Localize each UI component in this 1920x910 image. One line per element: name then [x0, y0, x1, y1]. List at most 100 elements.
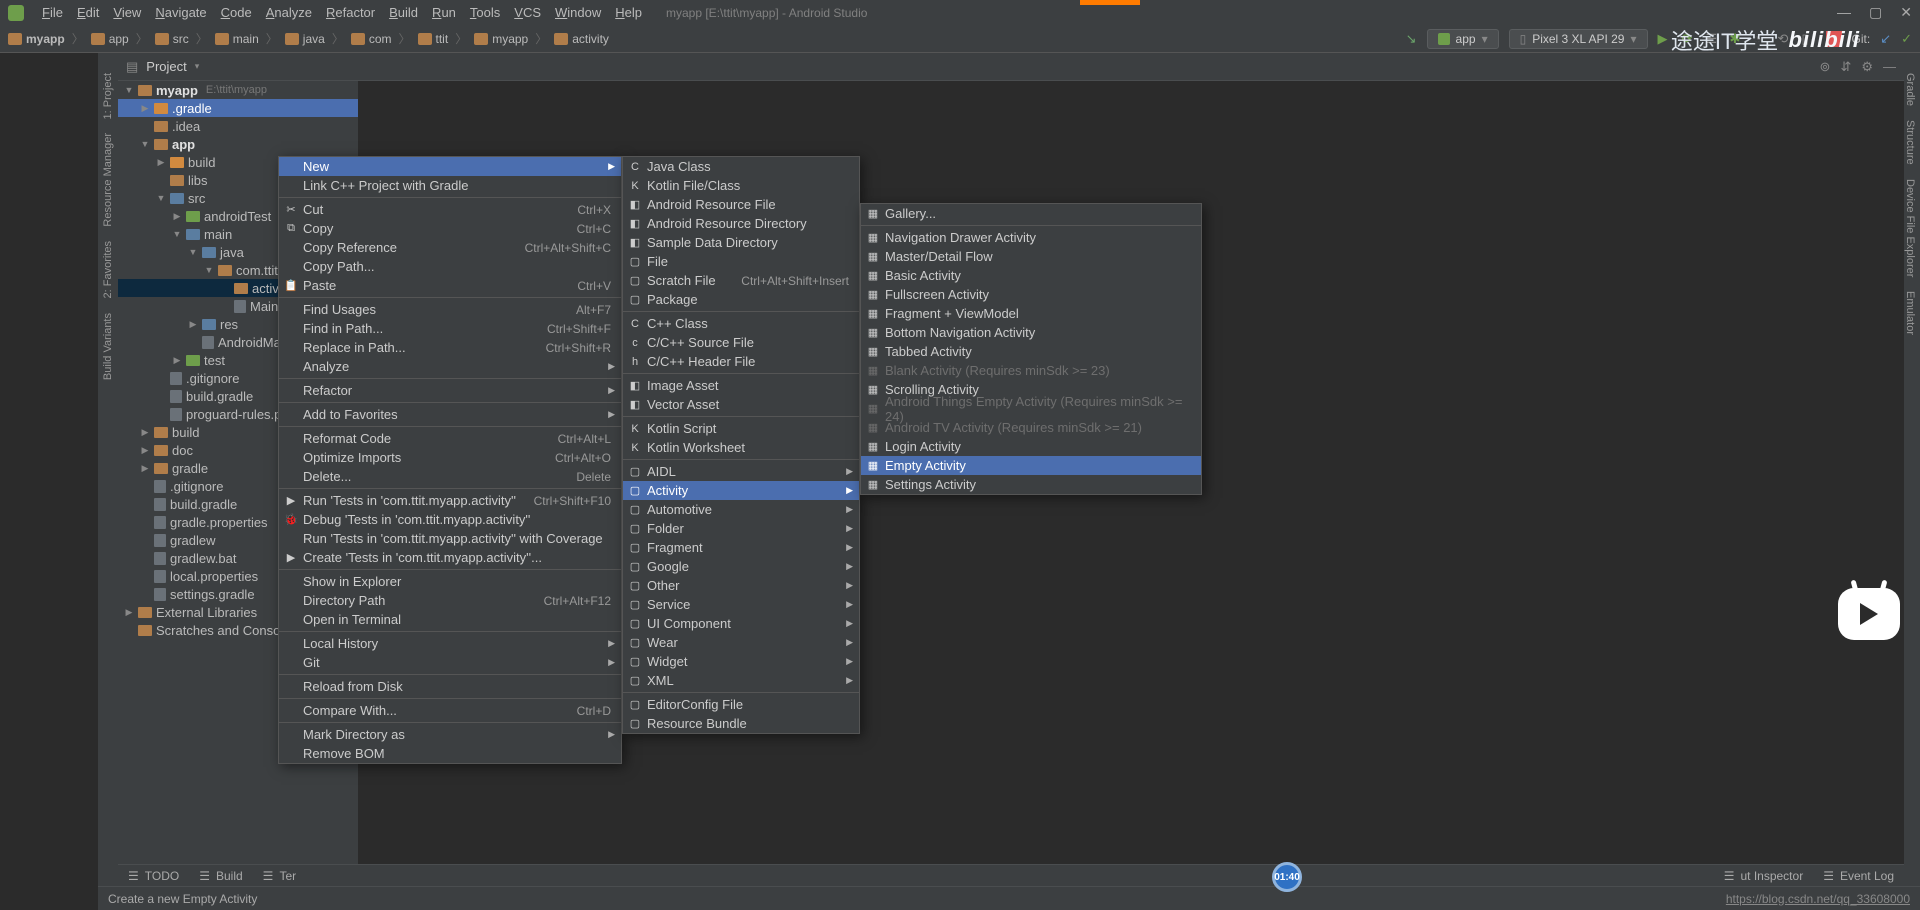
- tree-item-myapp[interactable]: ▼myappE:\ttit\myapp: [118, 81, 358, 99]
- menu-item-copy[interactable]: ⧉CopyCtrl+C: [279, 219, 621, 238]
- menu-item-cut[interactable]: ✂CutCtrl+X: [279, 200, 621, 219]
- menu-item-fragment[interactable]: ▢Fragment▶: [623, 538, 859, 557]
- close-icon[interactable]: ✕: [1900, 4, 1912, 21]
- menu-tools[interactable]: Tools: [464, 3, 506, 22]
- menu-item-compare-with-[interactable]: Compare With...Ctrl+D: [279, 701, 621, 720]
- crumb-main[interactable]: main: [233, 32, 259, 46]
- menu-item-add-to-favorites[interactable]: Add to Favorites▶: [279, 405, 621, 424]
- menu-item-java-class[interactable]: CJava Class: [623, 157, 859, 176]
- menu-edit[interactable]: Edit: [71, 3, 105, 22]
- menu-navigate[interactable]: Navigate: [149, 3, 212, 22]
- menu-item-c-c-source-file[interactable]: cC/C++ Source File: [623, 333, 859, 352]
- menu-file[interactable]: File: [36, 3, 69, 22]
- build-icon[interactable]: ↘: [1406, 31, 1417, 47]
- menu-item-android-resource-directory[interactable]: ◧Android Resource Directory: [623, 214, 859, 233]
- menu-item-find-in-path-[interactable]: Find in Path...Ctrl+Shift+F: [279, 319, 621, 338]
- menu-item-package[interactable]: ▢Package: [623, 290, 859, 309]
- menu-item-kotlin-file-class[interactable]: KKotlin File/Class: [623, 176, 859, 195]
- toolwindow-device-file-explorer[interactable]: Device File Explorer: [1904, 179, 1916, 277]
- device-dropdown[interactable]: ▯ Pixel 3 XL API 29 ▾: [1509, 29, 1648, 49]
- menu-item-wear[interactable]: ▢Wear▶: [623, 633, 859, 652]
- menu-analyze[interactable]: Analyze: [260, 3, 318, 22]
- expand-icon[interactable]: ⇵: [1840, 59, 1851, 75]
- menu-item-replace-in-path-[interactable]: Replace in Path...Ctrl+Shift+R: [279, 338, 621, 357]
- menu-item-remove-bom[interactable]: Remove BOM: [279, 744, 621, 763]
- menu-item-ui-component[interactable]: ▢UI Component▶: [623, 614, 859, 633]
- bilibili-play-icon[interactable]: [1838, 588, 1900, 640]
- menu-vcs[interactable]: VCS: [508, 3, 547, 22]
- stop-icon[interactable]: [1826, 31, 1842, 47]
- crumb-activity[interactable]: activity: [572, 32, 609, 46]
- menu-help[interactable]: Help: [609, 3, 648, 22]
- menu-item-automotive[interactable]: ▢Automotive▶: [623, 500, 859, 519]
- profiler-icon[interactable]: ◔: [1754, 31, 1770, 47]
- menu-item-navigation-drawer-activity[interactable]: ▦Navigation Drawer Activity: [861, 228, 1201, 247]
- menu-item-local-history[interactable]: Local History▶: [279, 634, 621, 653]
- menu-item-folder[interactable]: ▢Folder▶: [623, 519, 859, 538]
- vcs-commit-icon[interactable]: ✓: [1901, 31, 1912, 47]
- menu-item-resource-bundle[interactable]: ▢Resource Bundle: [623, 714, 859, 733]
- menu-item-fragment-viewmodel[interactable]: ▦Fragment + ViewModel: [861, 304, 1201, 323]
- menu-item-open-in-terminal[interactable]: Open in Terminal: [279, 610, 621, 629]
- menu-item-vector-asset[interactable]: ◧Vector Asset: [623, 395, 859, 414]
- menu-item-gallery-[interactable]: ▦Gallery...: [861, 204, 1201, 223]
- settings-icon[interactable]: ⚙: [1861, 59, 1873, 75]
- menu-item-file[interactable]: ▢File: [623, 252, 859, 271]
- menu-item-reload-from-disk[interactable]: Reload from Disk: [279, 677, 621, 696]
- menu-item-editorconfig-file[interactable]: ▢EditorConfig File: [623, 695, 859, 714]
- menu-item-delete-[interactable]: Delete...Delete: [279, 467, 621, 486]
- crumb-myapp[interactable]: myapp: [492, 32, 528, 46]
- menu-item-scratch-file[interactable]: ▢Scratch FileCtrl+Alt+Shift+Insert: [623, 271, 859, 290]
- menu-item-reformat-code[interactable]: Reformat CodeCtrl+Alt+L: [279, 429, 621, 448]
- menu-item-find-usages[interactable]: Find UsagesAlt+F7: [279, 300, 621, 319]
- menu-item-sample-data-directory[interactable]: ◧Sample Data Directory: [623, 233, 859, 252]
- menu-item-service[interactable]: ▢Service▶: [623, 595, 859, 614]
- menu-item-xml[interactable]: ▢XML▶: [623, 671, 859, 690]
- tree-item--gradle[interactable]: ▶.gradle: [118, 99, 358, 117]
- menu-item-c-class[interactable]: CC++ Class: [623, 314, 859, 333]
- tree-item-app[interactable]: ▼app: [118, 135, 358, 153]
- menu-window[interactable]: Window: [549, 3, 607, 22]
- menu-run[interactable]: Run: [426, 3, 462, 22]
- target-icon[interactable]: ⊚: [1820, 59, 1831, 75]
- menu-item-other[interactable]: ▢Other▶: [623, 576, 859, 595]
- menu-item-master-detail-flow[interactable]: ▦Master/Detail Flow: [861, 247, 1201, 266]
- menu-item-mark-directory-as[interactable]: Mark Directory as▶: [279, 725, 621, 744]
- menu-item-kotlin-script[interactable]: KKotlin Script: [623, 419, 859, 438]
- run-config-dropdown[interactable]: app ▾: [1427, 29, 1499, 49]
- hide-icon[interactable]: —: [1883, 59, 1896, 75]
- toolwindow-emulator[interactable]: Emulator: [1904, 291, 1916, 335]
- menu-item-run-tests-in-com-ttit-myapp-activity-[interactable]: ▶Run 'Tests in 'com.ttit.myapp.activity'…: [279, 491, 621, 510]
- toolwindow-build-variants[interactable]: Build Variants: [102, 313, 114, 380]
- menu-item-directory-path[interactable]: Directory PathCtrl+Alt+F12: [279, 591, 621, 610]
- menu-item-paste[interactable]: 📋PasteCtrl+V: [279, 276, 621, 295]
- menu-item-aidl[interactable]: ▢AIDL▶: [623, 462, 859, 481]
- crumb-myapp[interactable]: myapp: [26, 32, 65, 46]
- menu-item-image-asset[interactable]: ◧Image Asset: [623, 376, 859, 395]
- menu-item-show-in-explorer[interactable]: Show in Explorer: [279, 572, 621, 591]
- breadcrumb[interactable]: myapp〉app〉src〉main〉java〉com〉ttit〉myapp〉a…: [8, 30, 609, 47]
- crumb-app[interactable]: app: [109, 32, 129, 46]
- menu-item-google[interactable]: ▢Google▶: [623, 557, 859, 576]
- bottom-tool-ter[interactable]: ☰Ter: [263, 869, 296, 883]
- menu-item-bottom-navigation-activity[interactable]: ▦Bottom Navigation Activity: [861, 323, 1201, 342]
- crumb-ttit[interactable]: ttit: [436, 32, 449, 46]
- menu-item-widget[interactable]: ▢Widget▶: [623, 652, 859, 671]
- menu-item-activity[interactable]: ▢Activity▶: [623, 481, 859, 500]
- menu-build[interactable]: Build: [383, 3, 424, 22]
- menu-item-settings-activity[interactable]: ▦Settings Activity: [861, 475, 1201, 494]
- bottom-tool-todo[interactable]: ☰TODO: [128, 869, 179, 883]
- menu-item-empty-activity[interactable]: ▦Empty Activity: [861, 456, 1201, 475]
- menu-item-create-tests-in-com-ttit-myapp-activity-[interactable]: ▶Create 'Tests in 'com.ttit.myapp.activi…: [279, 548, 621, 567]
- menu-item-analyze[interactable]: Analyze▶: [279, 357, 621, 376]
- bottom-tool-ut-inspector[interactable]: ☰ut Inspector: [1724, 869, 1803, 883]
- project-label[interactable]: Project: [146, 59, 186, 74]
- menu-item-optimize-imports[interactable]: Optimize ImportsCtrl+Alt+O: [279, 448, 621, 467]
- menu-item-android-resource-file[interactable]: ◧Android Resource File: [623, 195, 859, 214]
- menu-item-fullscreen-activity[interactable]: ▦Fullscreen Activity: [861, 285, 1201, 304]
- menu-item-copy-reference[interactable]: Copy ReferenceCtrl+Alt+Shift+C: [279, 238, 621, 257]
- menu-item-kotlin-worksheet[interactable]: KKotlin Worksheet: [623, 438, 859, 457]
- menu-item-run-tests-in-com-ttit-myapp-activity-wit[interactable]: Run 'Tests in 'com.ttit.myapp.activity''…: [279, 529, 621, 548]
- vcs-update-icon[interactable]: ↙: [1880, 31, 1891, 47]
- toolwindow-structure[interactable]: Structure: [1904, 120, 1916, 165]
